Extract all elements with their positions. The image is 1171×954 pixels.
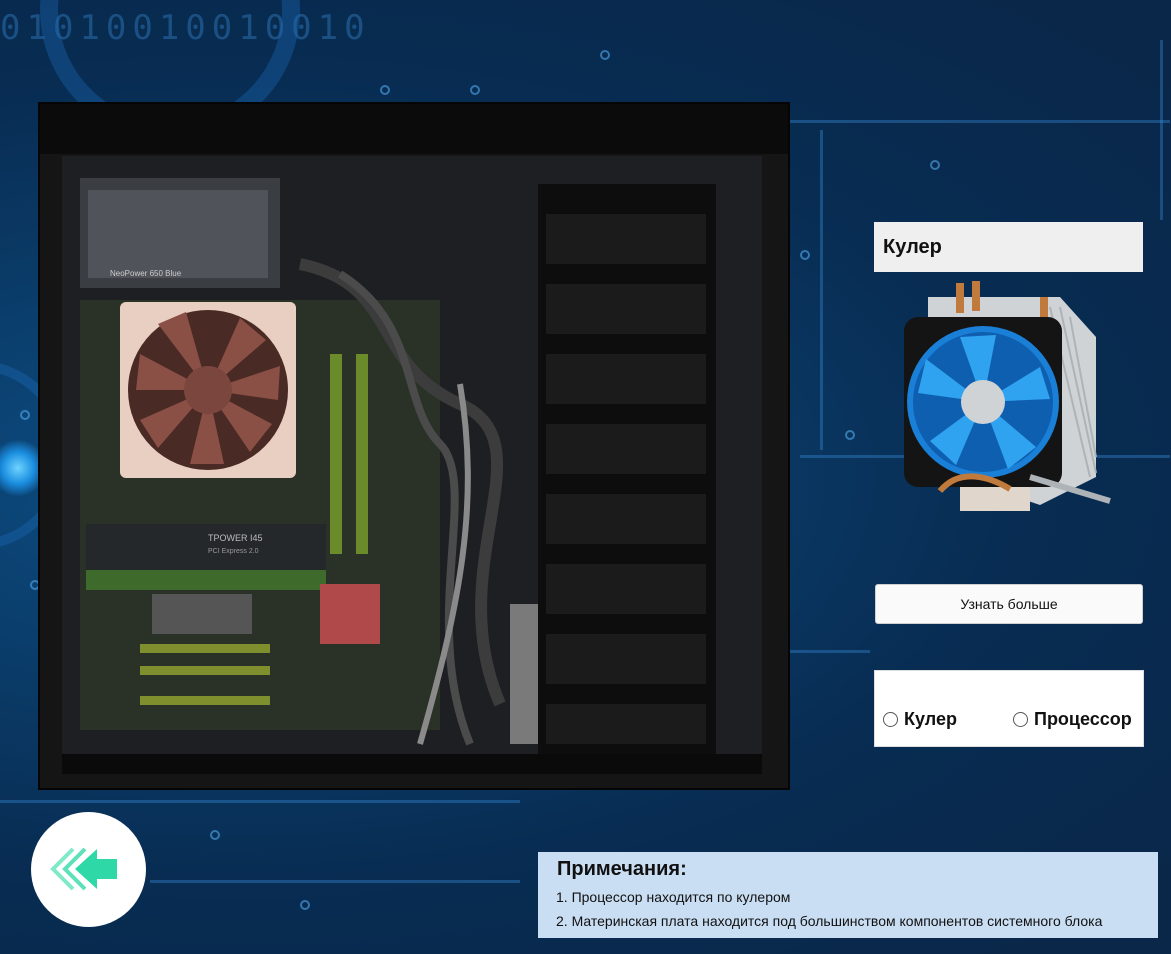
learn-more-button[interactable]: Узнать больше (875, 584, 1143, 624)
radio-button-cooler[interactable] (883, 712, 898, 727)
radio-button-processor[interactable] (1013, 712, 1028, 727)
radio-option-processor[interactable]: Процессор (1013, 709, 1132, 730)
radio-option-cooler[interactable]: Кулер (883, 709, 957, 730)
component-choice-group: Кулер Процессор (874, 670, 1144, 747)
note-item: 2. Материнская плата находится под больш… (556, 913, 1103, 929)
svg-text:NeoPower 650 Blue: NeoPower 650 Blue (110, 269, 182, 278)
double-arrow-left-icon (50, 847, 117, 891)
notes-panel: Примечания: 1. Процессор находится по ку… (538, 852, 1158, 938)
svg-text:TPOWER I45: TPOWER I45 (208, 533, 263, 543)
radio-label-processor: Процессор (1034, 709, 1132, 729)
computer-case-image: NeoPower 650 Blue TPOWER I45 PCI Express… (38, 102, 790, 790)
radio-label-cooler: Кулер (904, 709, 957, 729)
note-item: 1. Процессор находится по кулером (556, 889, 791, 905)
cpu-cooler-image (900, 277, 1116, 521)
notes-title: Примечания: (557, 858, 687, 880)
component-title: Кулер (874, 222, 1143, 272)
back-button[interactable] (31, 812, 146, 927)
computer-case-icon: NeoPower 650 Blue TPOWER I45 PCI Express… (40, 104, 788, 788)
svg-text:PCI Express 2.0: PCI Express 2.0 (208, 548, 259, 555)
cpu-cooler-icon (904, 281, 1111, 511)
